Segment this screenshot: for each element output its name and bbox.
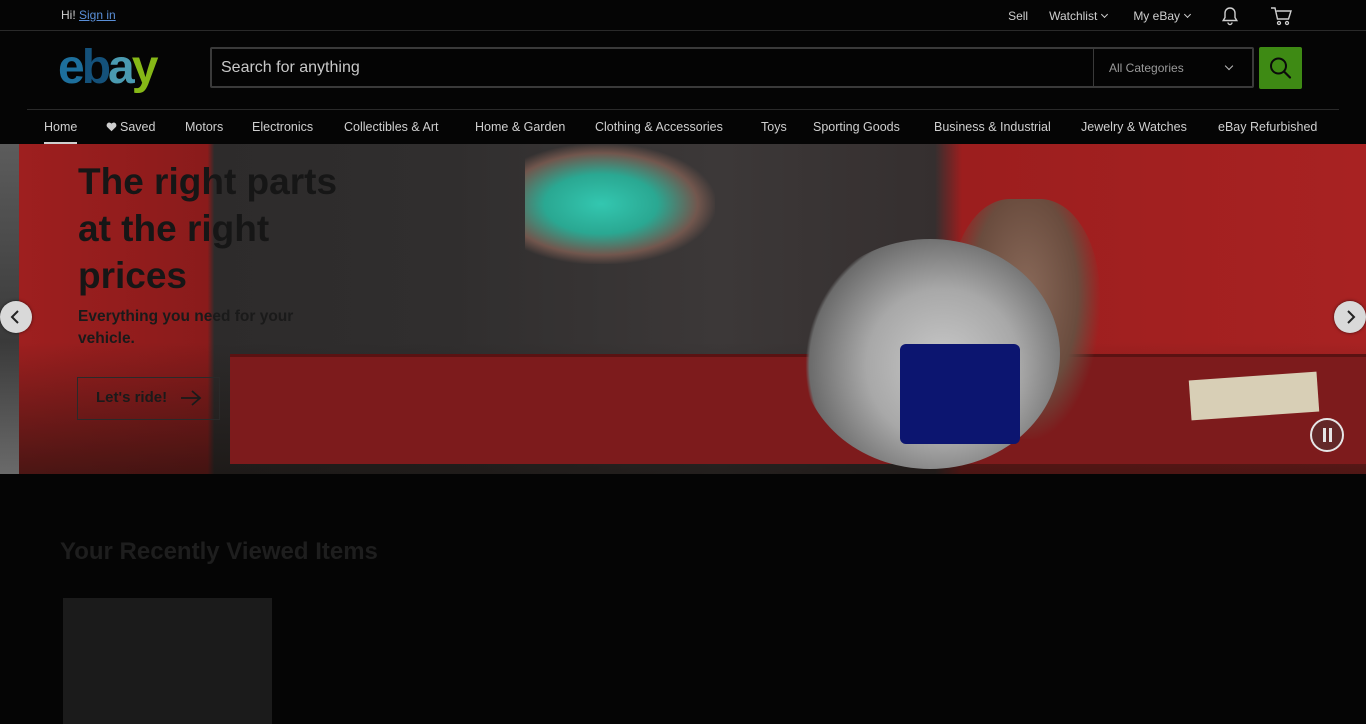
search-bar: All Categories xyxy=(210,47,1254,88)
tab-electronics[interactable]: Electronics xyxy=(252,120,313,144)
hero-title: The right parts at the right prices xyxy=(78,161,338,296)
tab-label: Home & Garden xyxy=(475,120,566,134)
tab-home-garden[interactable]: Home & Garden xyxy=(475,120,565,144)
search-button[interactable] xyxy=(1259,47,1302,89)
hero-cta-label: Let's ride! xyxy=(96,389,168,406)
tab-saved[interactable]: Saved xyxy=(106,120,155,144)
logo-letter-e: e xyxy=(58,41,85,94)
hero-subtitle: Everything you need for your vehicle. xyxy=(78,308,294,347)
chevron-left-icon xyxy=(10,310,19,324)
tab-label: Clothing & Accessories xyxy=(595,120,723,134)
hero-image-alternator-detail xyxy=(900,344,1020,444)
tab-label: Electronics xyxy=(252,120,314,134)
hero-image-hand xyxy=(525,144,715,264)
tab-toys[interactable]: Toys xyxy=(761,120,787,144)
carousel-pause-button[interactable] xyxy=(1310,418,1344,452)
category-select-value: All Categories xyxy=(1109,61,1184,75)
tab-ebay-refurbished[interactable]: eBay Refurbished xyxy=(1218,120,1317,144)
tab-clothing-accessories[interactable]: Clothing & Accessories xyxy=(595,120,723,144)
tab-label: Sporting Goods xyxy=(813,120,900,134)
watchlist-label: Watchlist xyxy=(1049,8,1098,23)
sign-in-link[interactable]: Sign in xyxy=(79,8,116,22)
logo-letter-y: y xyxy=(131,41,159,94)
tab-business-industrial[interactable]: Business & Industrial xyxy=(934,120,1051,144)
tab-label: Saved xyxy=(120,120,156,134)
recently-viewed-title: Your Recently Viewed Items xyxy=(60,538,378,565)
tab-label: eBay Refurbished xyxy=(1218,120,1318,134)
my-ebay-label: My eBay xyxy=(1133,8,1180,23)
chevron-right-icon xyxy=(1347,310,1356,324)
chevron-down-icon xyxy=(1183,10,1192,18)
category-nav: Home Saved Motors Electronics Collectibl… xyxy=(27,109,1339,144)
bell-icon xyxy=(1221,6,1239,25)
arrow-right-icon xyxy=(181,390,202,406)
ebay-logo[interactable]: ebay xyxy=(58,41,159,94)
sell-label: Sell xyxy=(1008,8,1029,23)
tab-collectibles-art[interactable]: Collectibles & Art xyxy=(344,120,438,144)
tab-label: Jewelry & Watches xyxy=(1081,120,1187,134)
greeting: Hi! Sign in xyxy=(61,8,116,22)
cart-icon xyxy=(1271,6,1292,25)
tab-label: Motors xyxy=(185,120,224,134)
top-utility-bar: Hi! Sign in Sell Watchlist My eBay xyxy=(0,0,1366,31)
tab-label: Home xyxy=(44,120,78,134)
chevron-down-icon xyxy=(1224,61,1234,71)
logo-letter-a: a xyxy=(108,41,135,94)
search-input[interactable] xyxy=(212,49,1092,86)
carousel-next-button[interactable] xyxy=(1334,301,1366,333)
chevron-down-icon xyxy=(1101,10,1109,18)
tab-label: Business & Industrial xyxy=(934,120,1051,134)
hero-cta-button[interactable]: Let's ride! xyxy=(77,377,220,420)
search-icon xyxy=(1270,57,1292,79)
heart-icon xyxy=(106,122,117,132)
hero-banner: The right parts at the right prices Ever… xyxy=(0,144,1366,474)
tab-jewelry-watches[interactable]: Jewelry & Watches xyxy=(1081,120,1187,144)
notifications-button[interactable] xyxy=(1220,6,1240,26)
tab-label: Collectibles & Art xyxy=(344,120,439,134)
my-ebay-menu[interactable]: My eBay xyxy=(1133,8,1192,23)
logo-letter-b: b xyxy=(81,41,111,94)
carousel-prev-button[interactable] xyxy=(0,301,32,333)
sell-link[interactable]: Sell xyxy=(1008,9,1028,23)
cart-button[interactable] xyxy=(1270,6,1294,26)
watchlist-menu[interactable]: Watchlist xyxy=(1049,8,1109,23)
greeting-text: Hi! xyxy=(61,8,76,22)
tab-label: Toys xyxy=(761,120,787,134)
tab-home[interactable]: Home xyxy=(44,120,78,144)
recently-viewed-item-card[interactable] xyxy=(63,598,272,724)
category-select[interactable]: All Categories xyxy=(1093,49,1252,86)
top-right-menu: Sell Watchlist My eBay xyxy=(1008,0,1294,31)
tab-motors[interactable]: Motors xyxy=(185,120,223,144)
tab-sporting-goods[interactable]: Sporting Goods xyxy=(813,120,900,144)
